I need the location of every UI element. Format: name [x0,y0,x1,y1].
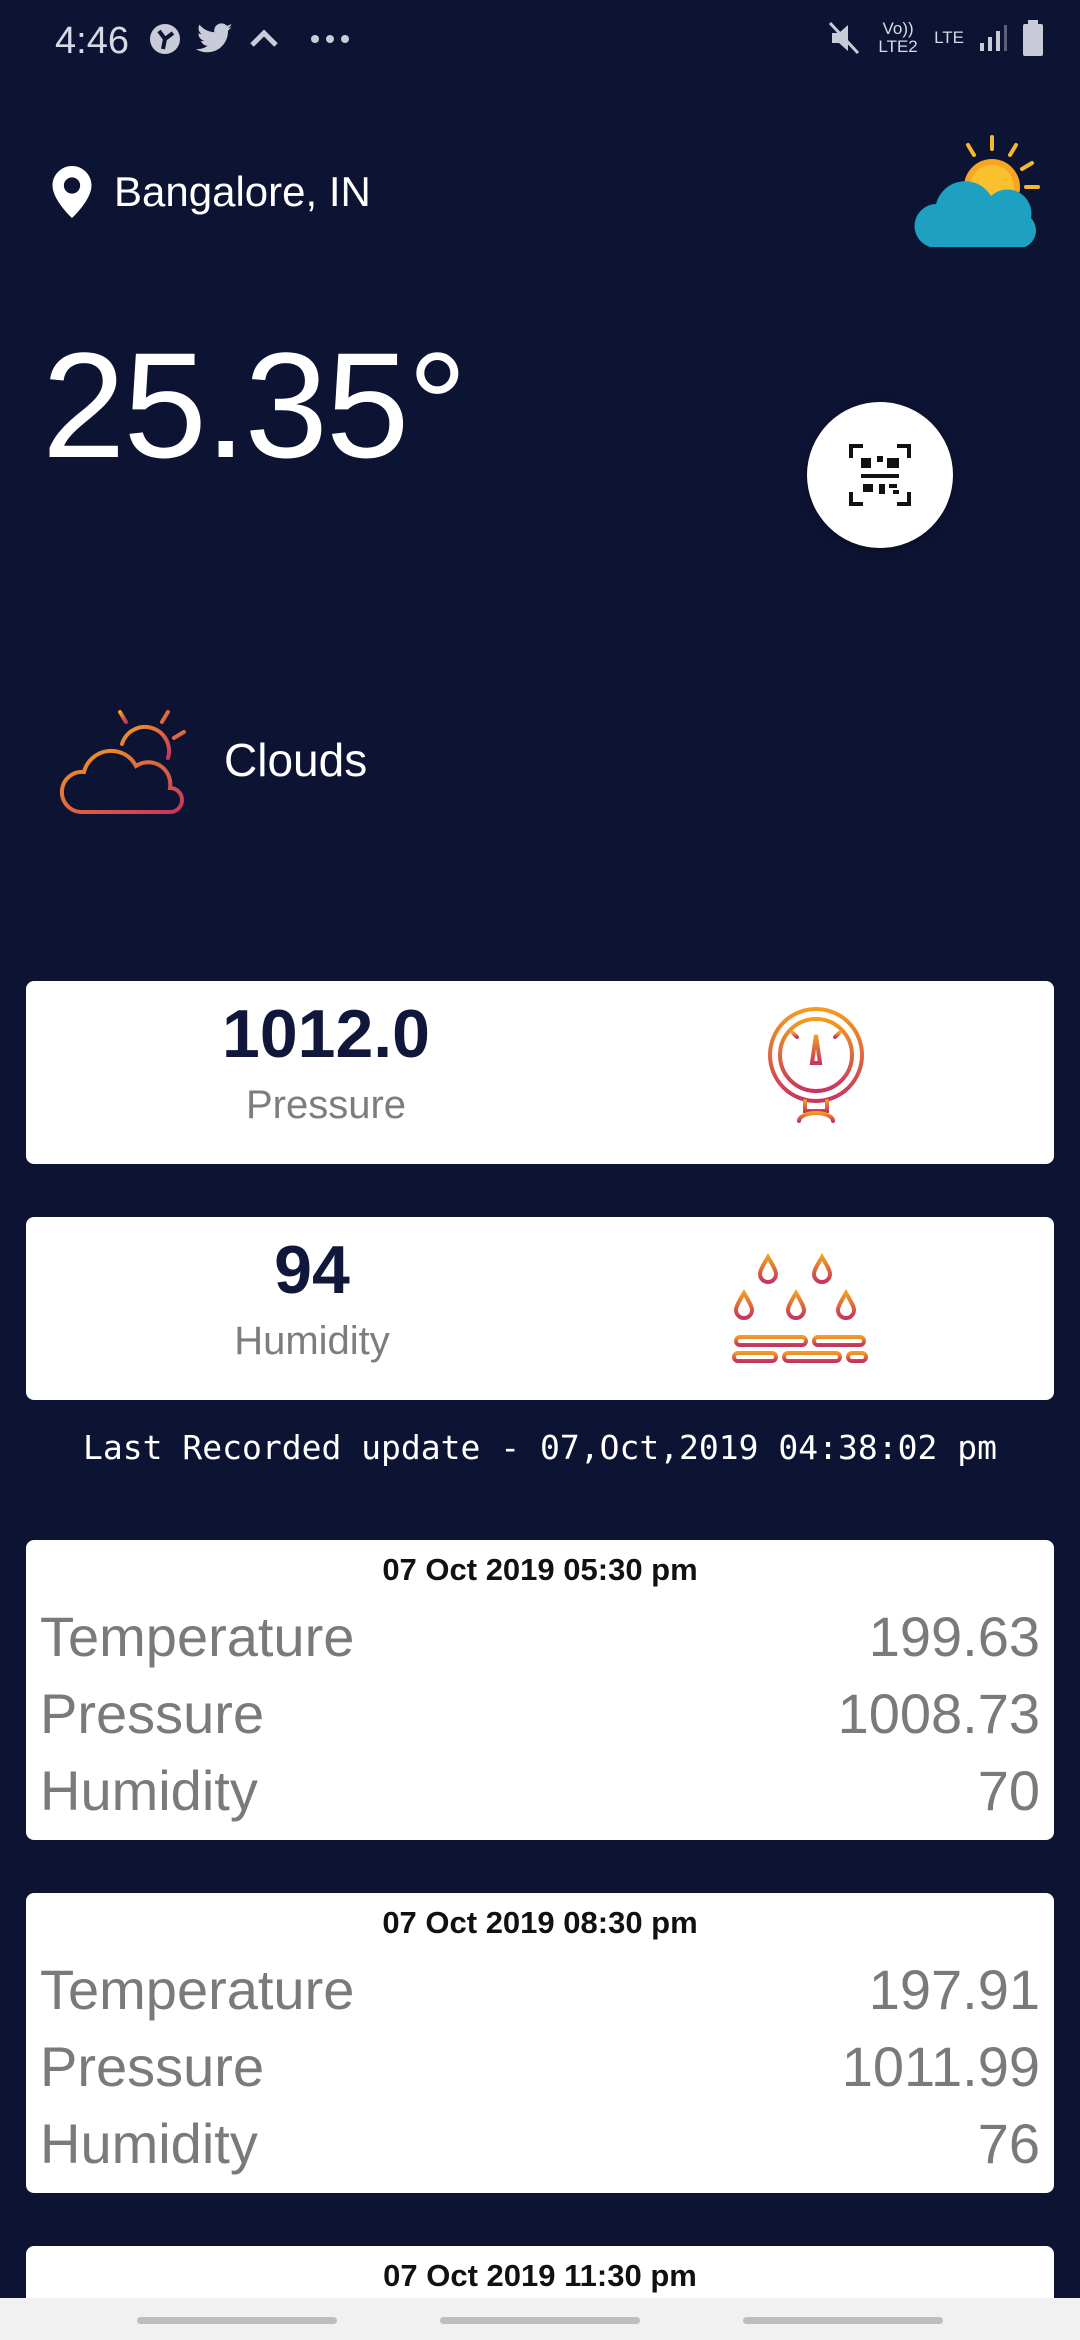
forecast-value: 70 [977,1759,1040,1822]
battery-icon [1023,20,1043,56]
cloud-sun-icon [60,702,190,814]
signal-icon [980,25,1007,51]
nav-recents-button[interactable] [137,2317,337,2324]
status-system-icons: Vo)) LTE2 LTE [828,20,1044,56]
qr-code-icon [849,444,911,506]
forecast-label: Pressure [40,2035,265,2098]
last-update-text: Last Recorded update - 07,Oct,2019 04:38… [83,1428,997,1467]
forecast-label: Humidity [40,2112,258,2175]
chevron-up-icon [250,29,278,47]
forecast-date: 07 Oct 2019 08:30 pm [382,1905,698,1940]
forecast-row-temperature: Temperature 199.63 [40,1604,1040,1669]
forecast-row-humidity: Humidity 70 [40,1758,1040,1823]
forecast-row-temperature: Temperature 197.91 [40,1957,1040,2022]
forecast-card: 07 Oct 2019 08:30 pm Temperature 197.91 … [26,1893,1054,2193]
more-dots-icon [311,35,349,43]
pressure-label: Pressure [245,1083,407,1127]
mute-icon [828,21,860,55]
forecast-card: 07 Oct 2019 11:30 pm [26,2246,1054,2306]
nav-home-button[interactable] [440,2317,640,2324]
location-name: Bangalore, IN [114,168,371,215]
location-pin-icon [52,166,92,218]
humidity-card: 94 Humidity [26,1217,1054,1400]
forecast-card: 07 Oct 2019 05:30 pm Temperature 199.63 … [26,1540,1054,1840]
humidity-value: 94 [274,1232,350,1308]
weather-partly-cloudy-icon [910,135,1050,260]
forecast-value: 1011.99 [841,2035,1040,2098]
nav-back-button[interactable] [743,2317,943,2324]
forecast-value: 1008.73 [837,1682,1040,1745]
humidity-drops-icon [732,1253,868,1363]
lte-label: LTE [934,28,964,47]
forecast-row-humidity: Humidity 76 [40,2111,1040,2176]
forecast-label: Temperature [40,1958,355,2021]
humidity-label: Humidity [234,1319,390,1363]
location-row: Bangalore, IN [52,166,371,218]
system-nav-bar [0,2298,1080,2340]
forecast-label: Humidity [40,1759,258,1822]
forecast-date: 07 Oct 2019 05:30 pm [382,1552,698,1587]
condition-text: Clouds [224,734,368,786]
forecast-row-pressure: Pressure 1008.73 [40,1681,1040,1746]
status-notification-icons [148,22,350,56]
forecast-value: 199.63 [868,1605,1040,1668]
forecast-row-pressure: Pressure 1011.99 [40,2034,1040,2099]
qr-scan-button[interactable] [807,402,953,548]
condition-row: Clouds [60,700,367,820]
forecast-label: Pressure [40,1682,265,1745]
forecast-value: 197.91 [868,1958,1040,2021]
forecast-date: 07 Oct 2019 11:30 pm [383,2258,697,2293]
forecast-value: 76 [977,2112,1040,2175]
fan-icon [150,24,180,54]
twitter-icon [196,23,233,53]
status-time: 4:46 [55,20,129,62]
pressure-card: 1012.0 Pressure [26,981,1054,1164]
volte-label: Vo)) LTE2 [878,19,918,56]
pressure-gauge-icon [765,1007,867,1137]
current-temperature: 25.35° [42,321,467,489]
pressure-value: 1012.0 [222,996,430,1072]
forecast-label: Temperature [40,1605,355,1668]
